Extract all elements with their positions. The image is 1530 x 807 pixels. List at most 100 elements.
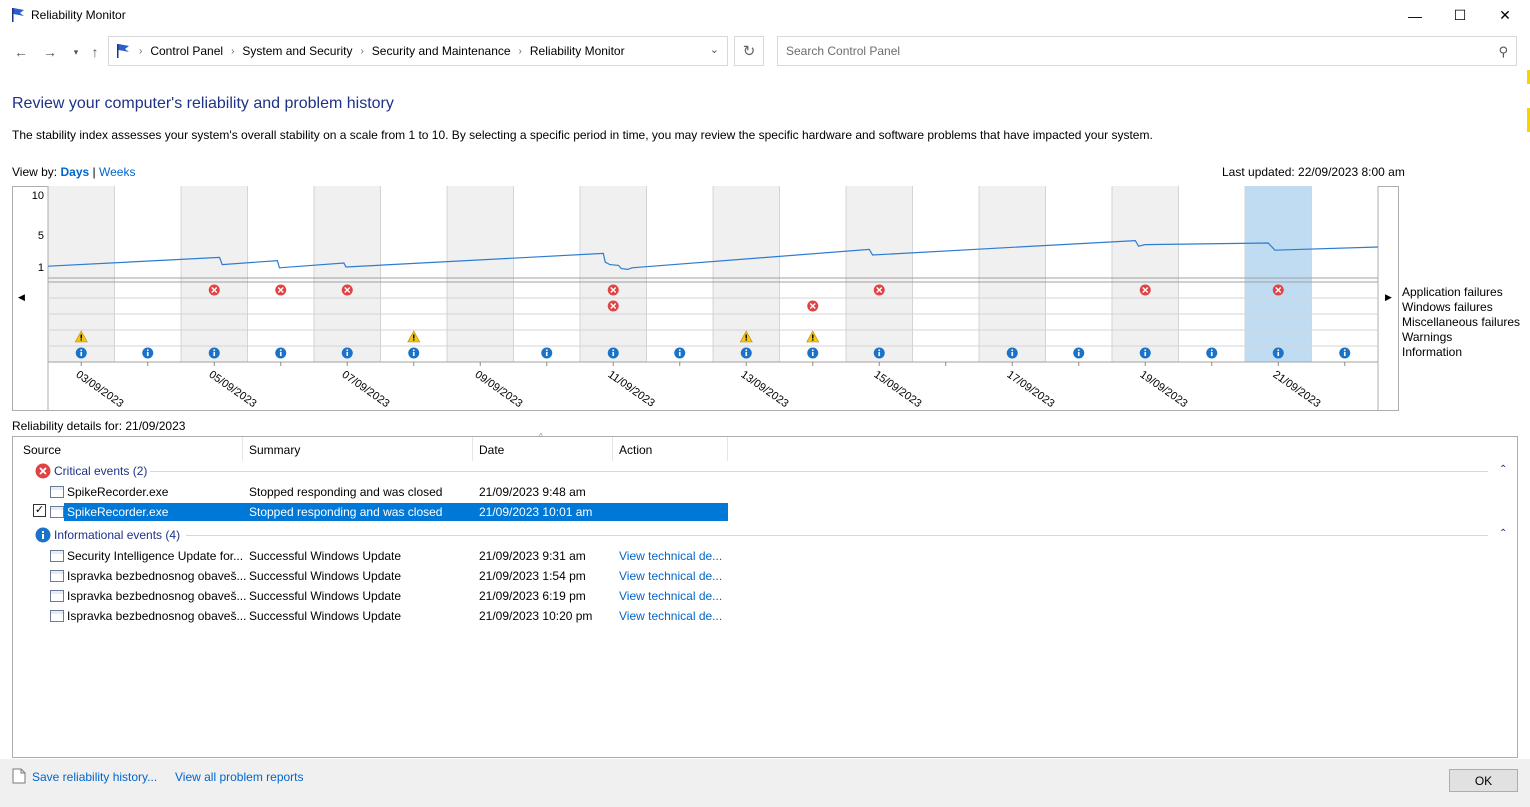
view-by-label: View by:	[12, 165, 58, 179]
minimize-button[interactable]: —	[1392, 0, 1438, 31]
informational-events-header[interactable]: Informational events (4)	[54, 528, 180, 542]
info-row-2-action-link[interactable]: View technical de...	[619, 569, 722, 583]
error-icon	[35, 463, 51, 479]
info-icon-dot	[146, 349, 149, 352]
legend-windows-failures: Windows failures	[1402, 300, 1493, 314]
scroll-right-icon[interactable]: ▶	[1385, 292, 1392, 302]
chevron-right-icon: ›	[360, 45, 364, 57]
info-row-1-source[interactable]: Security Intelligence Update for...	[67, 549, 243, 563]
info-row-2-summary[interactable]: Successful Windows Update	[249, 569, 401, 583]
info-icon-mark	[878, 352, 881, 356]
info-icon-mark	[1210, 352, 1213, 356]
y-tick-label: 5	[38, 230, 44, 242]
chart-column	[1178, 186, 1245, 362]
view-problem-reports-link[interactable]: View all problem reports	[175, 770, 304, 784]
critical-row-1-summary[interactable]: Stopped responding and was closed	[249, 485, 442, 499]
breadcrumb-control-panel[interactable]: Control Panel	[150, 44, 223, 58]
application-icon	[50, 486, 64, 498]
x-tick-label: 21/09/2023	[1271, 369, 1323, 410]
info-icon-dot	[612, 349, 615, 352]
address-bar[interactable]: › Control Panel › System and Security › …	[108, 36, 728, 66]
search-icon[interactable]: ⚲	[1498, 44, 1508, 60]
column-date[interactable]: Date	[479, 443, 504, 457]
scroll-left-icon[interactable]: ◀	[18, 292, 25, 302]
chart-column	[314, 186, 381, 362]
save-history-link[interactable]: Save reliability history...	[32, 770, 157, 784]
chart-column	[114, 186, 181, 362]
application-icon	[50, 590, 64, 602]
view-weeks-link[interactable]: Weeks	[99, 165, 135, 179]
breadcrumb-security-maintenance[interactable]: Security and Maintenance	[372, 44, 511, 58]
info-row-3-action-link[interactable]: View technical de...	[619, 589, 722, 603]
up-icon[interactable]: ↑	[85, 42, 105, 62]
ok-button[interactable]: OK	[1449, 769, 1518, 792]
breadcrumb-system-security[interactable]: System and Security	[242, 44, 352, 58]
back-icon[interactable]: ←	[11, 42, 31, 62]
row-checkbox[interactable]: ✓	[33, 504, 46, 517]
info-icon-dot	[1077, 349, 1080, 352]
maximize-button[interactable]: ☐	[1437, 0, 1483, 31]
x-tick-label: 17/09/2023	[1005, 369, 1057, 410]
info-row-1-summary[interactable]: Successful Windows Update	[249, 549, 401, 563]
details-label: Reliability details for: 21/09/2023	[12, 419, 186, 433]
info-icon-mark	[545, 352, 548, 356]
application-icon	[50, 506, 64, 518]
critical-events-header[interactable]: Critical events (2)	[54, 464, 147, 478]
x-tick-label: 11/09/2023	[606, 369, 657, 410]
breadcrumb-reliability-monitor[interactable]: Reliability Monitor	[530, 44, 625, 58]
info-icon-dot	[1277, 349, 1280, 352]
info-row-3-source[interactable]: Ispravka bezbednosnog obaveš...	[67, 589, 246, 603]
warning-icon-dot	[80, 339, 82, 341]
sort-ascending-icon: ^	[539, 432, 543, 441]
info-icon-dot	[1210, 349, 1213, 352]
column-divider[interactable]	[242, 437, 243, 461]
forward-icon[interactable]: →	[40, 42, 60, 62]
critical-row-2-summary[interactable]: Stopped responding and was closed	[249, 505, 442, 519]
application-icon	[50, 550, 64, 562]
view-days-link[interactable]: Days	[60, 165, 89, 179]
info-row-3-date[interactable]: 21/09/2023 6:19 pm	[479, 589, 586, 603]
reliability-chart-svg[interactable]: 10 5 1 ◀ ▶ 03/09/2023 05/09/2023 07/09/2023 09/0…	[12, 186, 1399, 411]
collapse-icon[interactable]: ⌃	[1499, 464, 1507, 475]
info-row-1-date[interactable]: 21/09/2023 9:31 am	[479, 549, 586, 563]
chart-column	[447, 186, 514, 362]
info-row-4-action-link[interactable]: View technical de...	[619, 609, 722, 623]
info-icon-mark	[1277, 352, 1280, 356]
column-action[interactable]: Action	[619, 443, 652, 457]
critical-row-2-date[interactable]: 21/09/2023 10:01 am	[479, 505, 592, 519]
column-divider[interactable]	[727, 437, 728, 461]
critical-row-1-source[interactable]: SpikeRecorder.exe	[67, 485, 168, 499]
info-row-1-action-link[interactable]: View technical de...	[619, 549, 722, 563]
column-divider[interactable]	[612, 437, 613, 461]
collapse-icon[interactable]: ⌃	[1499, 528, 1507, 539]
chart-column	[1311, 186, 1378, 362]
column-summary[interactable]: Summary	[249, 443, 300, 457]
info-icon-mark	[80, 352, 83, 356]
column-source[interactable]: Source	[23, 443, 61, 457]
info-row-3-summary[interactable]: Successful Windows Update	[249, 589, 401, 603]
info-row-4-date[interactable]: 21/09/2023 10:20 pm	[479, 609, 592, 623]
info-row-4-summary[interactable]: Successful Windows Update	[249, 609, 401, 623]
close-button[interactable]: ✕	[1482, 0, 1528, 31]
info-row-2-date[interactable]: 21/09/2023 1:54 pm	[479, 569, 586, 583]
warning-icon-mark	[80, 334, 82, 339]
info-row-2-source[interactable]: Ispravka bezbednosnog obaveš...	[67, 569, 246, 583]
legend-miscellaneous-failures: Miscellaneous failures	[1402, 315, 1521, 329]
critical-row-1-date[interactable]: 21/09/2023 9:48 am	[479, 485, 586, 499]
info-icon-dot	[1144, 349, 1147, 352]
recent-locations-icon[interactable]: ▾	[66, 42, 86, 62]
info-icon	[35, 527, 51, 543]
chart-legend: Application failures Windows failures Mi…	[1402, 285, 1520, 360]
legend-information: Information	[1402, 345, 1463, 359]
chevron-right-icon: ›	[231, 45, 235, 57]
info-icon-mark	[346, 352, 349, 356]
info-row-4-source[interactable]: Ispravka bezbednosnog obaveš...	[67, 609, 246, 623]
save-document-icon	[12, 768, 26, 784]
chevron-down-icon[interactable]: ⌄	[710, 43, 719, 56]
critical-row-2-source[interactable]: SpikeRecorder.exe	[67, 505, 168, 519]
info-icon-mark	[412, 352, 415, 356]
chart-column	[247, 186, 314, 362]
column-divider[interactable]	[472, 437, 473, 461]
refresh-button[interactable]: ↻	[734, 36, 764, 66]
search-input[interactable]: Search Control Panel ⚲	[777, 36, 1517, 66]
